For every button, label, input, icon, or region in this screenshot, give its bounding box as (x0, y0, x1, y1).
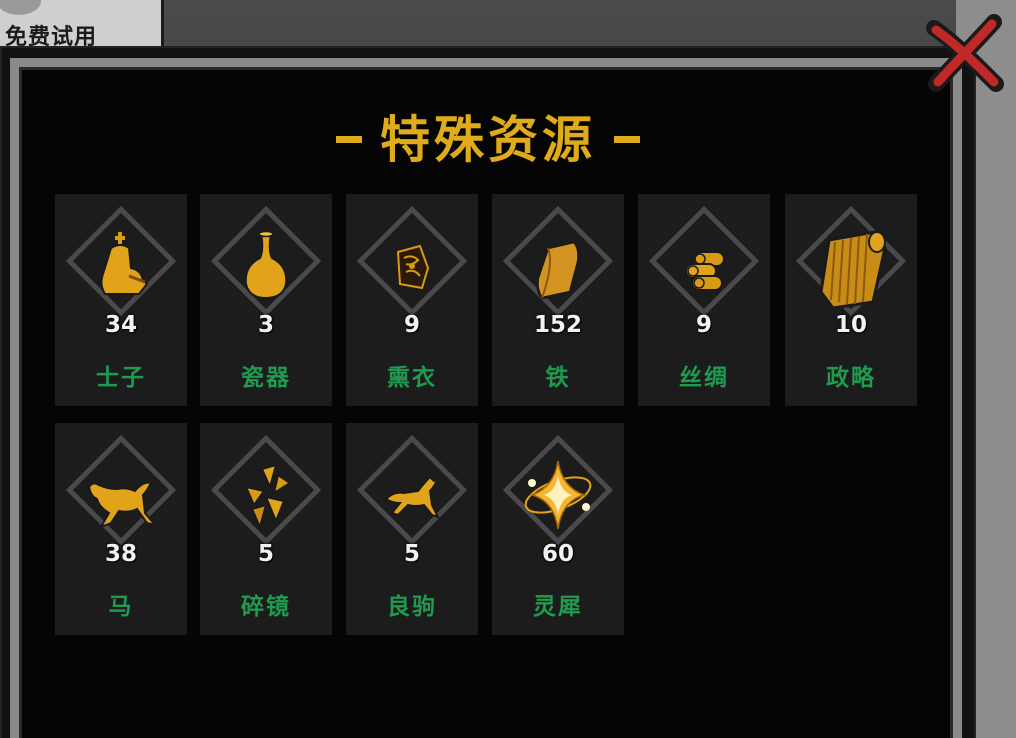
spirit-star-icon (524, 460, 592, 530)
resource-name: 良驹 (387, 594, 437, 620)
resource-name: 士子 (96, 365, 146, 391)
resource-cell-fine-horse[interactable]: 5 良驹 (346, 423, 478, 635)
dialog-title: 特殊资源 (0, 100, 976, 172)
resource-count: 5 (257, 541, 274, 567)
resource-count: 10 (834, 312, 867, 338)
resource-name: 马 (108, 594, 134, 620)
fine-horse-icon (384, 473, 440, 519)
resource-cell-horse[interactable]: 38 马 (55, 423, 187, 635)
title-dash-left (336, 136, 362, 143)
resource-count: 9 (403, 312, 420, 338)
resource-cell-scholar[interactable]: 34 士子 (55, 194, 187, 406)
title-text: 特殊资源 (380, 111, 596, 169)
scroll-icon (819, 230, 887, 308)
resource-name: 政略 (826, 365, 876, 391)
iron-ingot-icon (536, 240, 580, 300)
broken-mirror-icon (244, 463, 292, 530)
tab-badge (0, 0, 41, 15)
resource-count: 38 (104, 541, 137, 567)
resource-name: 碎镜 (241, 594, 291, 620)
galloping-horse-icon (87, 481, 158, 529)
scholar-icon (100, 232, 149, 295)
resource-count: 60 (541, 541, 574, 567)
resource-count: 34 (104, 312, 137, 338)
resource-cell-spirit[interactable]: 60 灵犀 (492, 423, 624, 635)
silk-rolls-icon (685, 251, 725, 291)
resource-name: 丝绸 (679, 365, 729, 391)
title-dash-right (614, 136, 640, 143)
resource-count: 9 (695, 312, 712, 338)
game-screen: 免费试用 特殊资源 34 士子 3 瓷器 9 熏衣 152 铁 9 丝绸 10 … (0, 0, 1016, 738)
resource-name: 灵犀 (533, 594, 583, 620)
resource-cell-iron[interactable]: 152 铁 (492, 194, 624, 406)
resource-cell-incense-cloth[interactable]: 9 熏衣 (346, 194, 478, 406)
resource-name: 铁 (545, 365, 571, 391)
resource-cell-broken-mirror[interactable]: 5 碎镜 (200, 423, 332, 635)
resource-name: 熏衣 (387, 365, 437, 391)
resource-cell-porcelain[interactable]: 3 瓷器 (200, 194, 332, 406)
resource-count: 5 (403, 541, 420, 567)
close-button[interactable] (924, 12, 1006, 94)
resource-count: 152 (533, 312, 582, 338)
free-trial-tab[interactable]: 免费试用 (0, 0, 164, 52)
resource-cell-strategy[interactable]: 10 政略 (785, 194, 917, 406)
close-icon (926, 14, 1004, 92)
incense-cloth-icon (396, 244, 430, 290)
resource-count: 3 (257, 312, 274, 338)
vase-icon (244, 230, 288, 300)
resource-name: 瓷器 (241, 365, 291, 391)
resource-cell-silk[interactable]: 9 丝绸 (638, 194, 770, 406)
